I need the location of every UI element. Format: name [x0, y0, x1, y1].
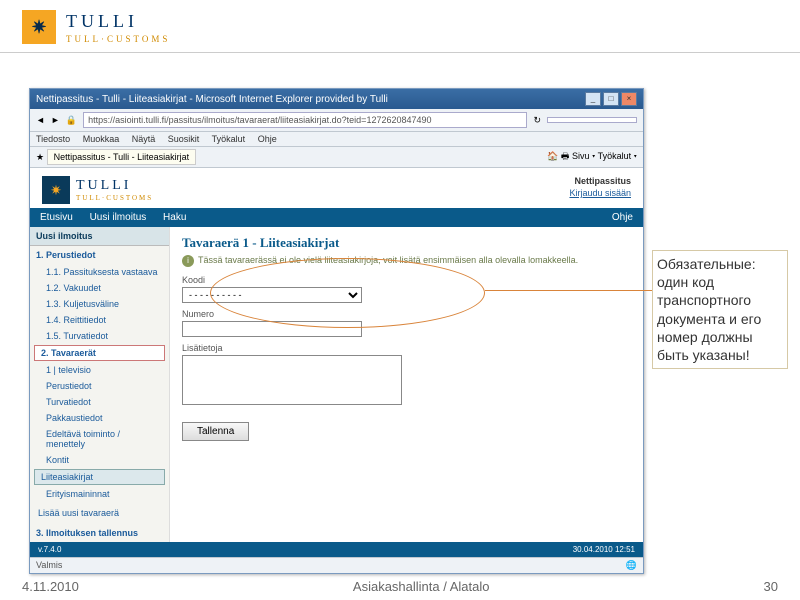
sidebar-item-liiteasiakirjat[interactable]: Liiteasiakirjat: [34, 469, 165, 485]
numero-label: Numero: [182, 309, 631, 319]
logo-text-block: TULLI TULL·CUSTOMS: [66, 11, 170, 44]
url-input[interactable]: https://asiointi.tulli.fi/passitus/ilmoi…: [83, 112, 527, 128]
nav-etusivu[interactable]: Etusivu: [40, 212, 73, 223]
app-header: ✷ TULLI TULL·CUSTOMS Nettipassitus Kirja…: [30, 168, 643, 208]
browser-window: Nettipassitus - Tulli - Liiteasiakirjat …: [29, 88, 644, 574]
sidebar-item-1-4[interactable]: 1.4. Reittitiedot: [30, 312, 169, 328]
login-link[interactable]: Kirjaudu sisään: [569, 188, 631, 198]
menu-tiedosto[interactable]: Tiedosto: [36, 134, 70, 144]
logo-subtitle: TULL·CUSTOMS: [66, 34, 170, 44]
sidebar-item-1-5[interactable]: 1.5. Turvatiedot: [30, 328, 169, 344]
menu-nayta[interactable]: Näytä: [132, 134, 156, 144]
maximize-button[interactable]: □: [603, 92, 619, 106]
nav-uusi-ilmoitus[interactable]: Uusi ilmoitus: [90, 212, 147, 223]
window-title: Nettipassitus - Tulli - Liiteasiakirjat …: [36, 94, 388, 105]
app-version: v.7.4.0: [38, 545, 61, 554]
koodi-select[interactable]: - - - - - - - - - -: [182, 287, 362, 303]
footer-center: Asiakashallinta / Alatalo: [353, 579, 490, 594]
app-navbar: Etusivu Uusi ilmoitus Haku Ohje: [30, 208, 643, 227]
close-button[interactable]: ×: [621, 92, 637, 106]
app-logo-title: TULLI: [76, 178, 153, 194]
app-content: ✷ TULLI TULL·CUSTOMS Nettipassitus Kirja…: [30, 168, 643, 557]
menu-muokkaa[interactable]: Muokkaa: [83, 134, 120, 144]
back-icon[interactable]: ◄: [36, 115, 45, 125]
lock-icon: 🔒: [66, 115, 77, 126]
app-name: Nettipassitus: [569, 176, 631, 186]
app-timestamp: 30.04.2010 12:51: [573, 545, 635, 554]
field-numero: Numero: [182, 309, 631, 337]
logo-mark-icon: ✷: [22, 10, 56, 44]
sidebar-add-tavaraera[interactable]: Lisää uusi tavaraerä: [30, 502, 169, 524]
forward-icon[interactable]: ►: [51, 115, 60, 125]
zone-icon: 🌐: [626, 560, 637, 571]
nav-ohje[interactable]: Ohje: [612, 212, 633, 223]
info-icon: i: [182, 255, 194, 267]
toolbar: ★ Nettipassitus - Tulli - Liiteasiakirja…: [30, 147, 643, 168]
app-body: Uusi ilmoitus 1. Perustiedot 1.1. Passit…: [30, 227, 643, 542]
logo-title: TULLI: [66, 11, 170, 32]
search-input[interactable]: [547, 117, 637, 123]
info-text: Tässä tavaraerässä ei ole vielä liiteasi…: [198, 255, 578, 265]
nav-haku[interactable]: Haku: [163, 212, 186, 223]
sidebar-section-2[interactable]: 2. Tavaraerät: [34, 345, 165, 361]
print-icon[interactable]: 🖶: [561, 151, 570, 161]
sidebar-item-pakkaustiedot[interactable]: Pakkaustiedot: [30, 410, 169, 426]
sidebar-section-3[interactable]: 3. Ilmoituksen tallennus: [30, 524, 169, 542]
menu-ohje[interactable]: Ohje: [258, 134, 277, 144]
slide-footer: 4.11.2010 Asiakashallinta / Alatalo 30: [22, 579, 778, 594]
app-logo-mark-icon: ✷: [42, 176, 70, 204]
window-titlebar: Nettipassitus - Tulli - Liiteasiakirjat …: [30, 89, 643, 109]
app-logo-subtitle: TULL·CUSTOMS: [76, 194, 153, 202]
status-text: Valmis: [36, 560, 62, 571]
sidebar: Uusi ilmoitus 1. Perustiedot 1.1. Passit…: [30, 227, 170, 542]
sidebar-item-1-2[interactable]: 1.2. Vakuudet: [30, 280, 169, 296]
sidebar-item-turvatiedot[interactable]: Turvatiedot: [30, 394, 169, 410]
info-message: i Tässä tavaraerässä ei ole vielä liitea…: [182, 255, 631, 267]
sidebar-item-1-3[interactable]: 1.3. Kuljetusväline: [30, 296, 169, 312]
menu-bar: Tiedosto Muokkaa Näytä Suosikit Työkalut…: [30, 132, 643, 147]
lisatietoja-textarea[interactable]: [182, 355, 402, 405]
sidebar-item-erityismaininnat[interactable]: Erityismaininnat: [30, 486, 169, 502]
favorites-icon[interactable]: ★: [36, 152, 44, 162]
footer-date: 4.11.2010: [22, 579, 79, 594]
minimize-button[interactable]: _: [585, 92, 601, 106]
field-koodi: Koodi - - - - - - - - - -: [182, 275, 631, 303]
koodi-label: Koodi: [182, 275, 631, 285]
sidebar-item-perustiedot[interactable]: Perustiedot: [30, 378, 169, 394]
menu-tyokalut[interactable]: Työkalut: [212, 134, 246, 144]
save-button[interactable]: Tallenna: [182, 422, 249, 441]
home-icon[interactable]: 🏠: [547, 151, 558, 161]
window-buttons: _ □ ×: [585, 92, 637, 106]
field-lisatietoja: Lisätietoja: [182, 343, 631, 408]
toolbar-sivu[interactable]: Sivu: [572, 151, 590, 161]
sidebar-section-1[interactable]: 1. Perustiedot: [30, 246, 169, 264]
browser-statusbar: Valmis 🌐: [30, 557, 643, 573]
lisatietoja-label: Lisätietoja: [182, 343, 631, 353]
sidebar-item-televisio[interactable]: 1 | televisio: [30, 362, 169, 378]
numero-input[interactable]: [182, 321, 362, 337]
page-heading: Tavaraerä 1 - Liiteasiakirjat: [182, 235, 631, 251]
slide-header: ✷ TULLI TULL·CUSTOMS: [0, 0, 800, 53]
main-panel: Tavaraerä 1 - Liiteasiakirjat i Tässä ta…: [170, 227, 643, 542]
toolbar-tyokalut[interactable]: Työkalut: [598, 151, 632, 161]
sidebar-item-kontit[interactable]: Kontit: [30, 452, 169, 468]
menu-suosikit[interactable]: Suosikit: [168, 134, 200, 144]
footer-page: 30: [764, 579, 778, 594]
sidebar-item-1-1[interactable]: 1.1. Passituksesta vastaava: [30, 264, 169, 280]
sidebar-item-edeltava[interactable]: Edeltävä toiminto / menettely: [30, 426, 169, 452]
annotation-text: Обязательные: один код транспортного док…: [652, 250, 788, 369]
sidebar-header: Uusi ilmoitus: [30, 227, 169, 246]
app-logo: ✷ TULLI TULL·CUSTOMS: [42, 176, 153, 204]
refresh-icon[interactable]: ↻: [533, 115, 541, 126]
app-footer: v.7.4.0 30.04.2010 12:51: [30, 542, 643, 557]
app-header-right: Nettipassitus Kirjaudu sisään: [569, 176, 631, 198]
browser-tab[interactable]: Nettipassitus - Tulli - Liiteasiakirjat: [47, 149, 197, 165]
address-bar: ◄ ► 🔒 https://asiointi.tulli.fi/passitus…: [30, 109, 643, 132]
